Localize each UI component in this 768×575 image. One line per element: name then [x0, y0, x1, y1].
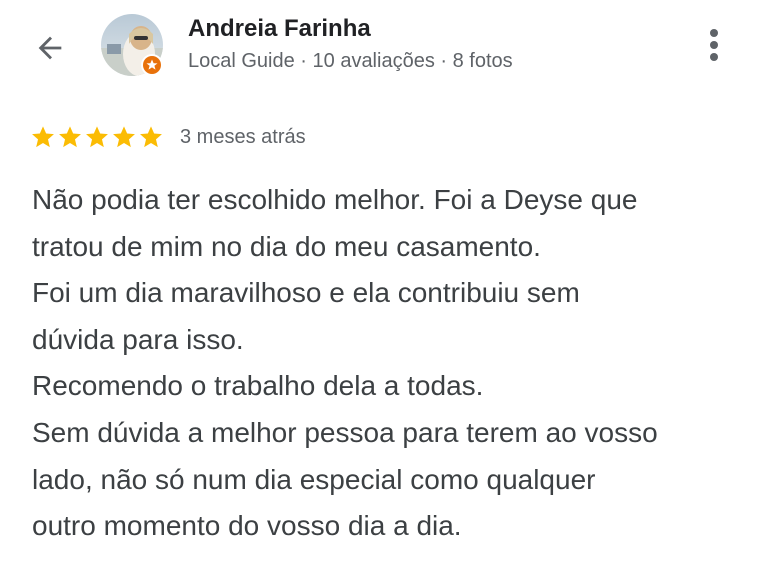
review-text: Não podia ter escolhido melhor. Foi a De…	[32, 177, 752, 550]
review-line: dúvida para isso.	[32, 323, 244, 355]
star-icon	[59, 126, 81, 148]
more-options-button[interactable]	[694, 22, 734, 68]
review-line: Sem dúvida a melhor pessoa para terem ao…	[32, 416, 658, 448]
review-line: lado, não só num dia especial como qualq…	[32, 463, 596, 495]
star-icon	[86, 126, 108, 148]
rating-row: 3 meses atrás	[30, 124, 306, 150]
avatar[interactable]	[101, 14, 165, 78]
review-line: tratou de mim no dia do meu casamento.	[32, 230, 541, 262]
local-guide-badge-icon	[141, 54, 163, 76]
back-button[interactable]	[28, 26, 72, 70]
reviewer-name[interactable]: Andreia Farinha	[188, 15, 371, 43]
review-date: 3 meses atrás	[180, 125, 306, 148]
more-vert-icon	[710, 29, 718, 61]
reviewer-meta: Local Guide · 10 avaliações · 8 fotos	[188, 50, 513, 72]
star-rating	[30, 124, 164, 150]
star-icon	[140, 126, 162, 148]
review-line: outro momento do vosso dia a dia.	[32, 510, 462, 542]
review-line: Foi um dia maravilhoso e ela contribuiu …	[32, 277, 580, 309]
star-icon	[113, 126, 135, 148]
arrow-back-icon	[38, 36, 62, 60]
review-line: Não podia ter escolhido melhor. Foi a De…	[32, 184, 638, 215]
star-icon	[32, 126, 54, 148]
review-line: Recomendo o trabalho dela a todas.	[32, 370, 484, 402]
